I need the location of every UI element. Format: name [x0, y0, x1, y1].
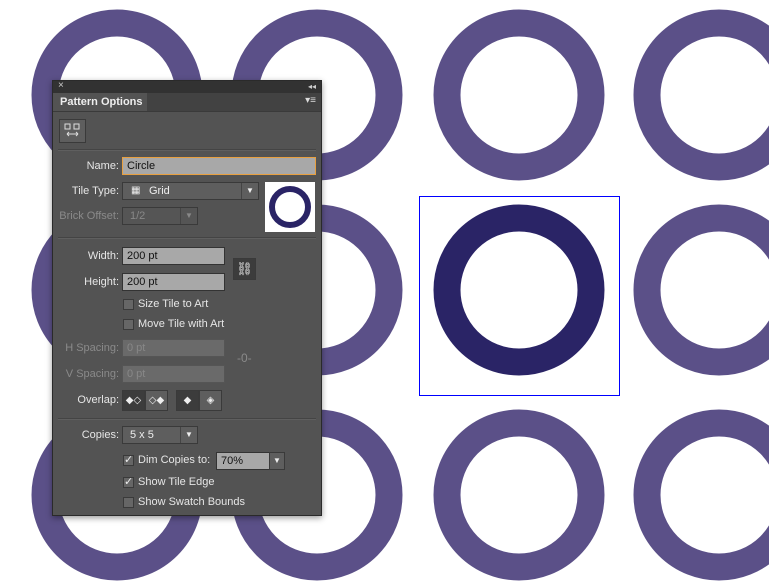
tab-pattern-options[interactable]: Pattern Options — [53, 93, 147, 111]
tile-type-label: Tile Type: — [71, 185, 119, 197]
spacing-link-icon[interactable]: -0- — [237, 351, 252, 365]
height-label: Height: — [84, 276, 119, 288]
size-tile-label: Size Tile to Art — [138, 298, 209, 310]
chain-link-icon: ⛓ — [236, 261, 253, 276]
pattern-tile-ring[interactable] — [433, 204, 605, 376]
overlap-right-icon: ◇◆ — [148, 395, 165, 406]
chevron-down-icon: ▼ — [180, 208, 197, 224]
pattern-copy-ring — [433, 9, 605, 181]
panel-title-bar: × ◂◂ — [53, 80, 321, 93]
chevron-down-icon: ▼ — [273, 456, 281, 465]
h-spacing-label: H Spacing: — [65, 342, 119, 354]
width-input[interactable]: 200 pt — [122, 247, 225, 265]
pattern-copy-ring — [633, 9, 769, 181]
show-tile-edge-label: Show Tile Edge — [138, 476, 215, 488]
tile-tool-icon — [64, 123, 80, 137]
tile-type-select[interactable]: ▦ Grid ▼ — [122, 182, 259, 200]
v-spacing-label: V Spacing: — [65, 368, 119, 380]
show-tile-edge-checkbox[interactable]: ✓ — [123, 477, 134, 488]
move-tile-label: Move Tile with Art — [138, 318, 225, 330]
swatch-preview — [265, 182, 315, 232]
panel-menu-icon[interactable]: ▾≡ — [305, 95, 316, 106]
width-label: Width: — [87, 250, 119, 262]
overlap-left-icon: ◆◇ — [125, 395, 142, 406]
name-input[interactable]: Circle — [122, 157, 316, 175]
link-dimensions-button[interactable]: ⛓ — [233, 258, 256, 280]
brick-offset-label: Brick Offset: — [59, 210, 119, 222]
pattern-copy-ring — [633, 409, 769, 581]
height-input[interactable]: 200 pt — [122, 273, 225, 291]
brick-offset-select[interactable]: 1/2 ▼ — [122, 207, 198, 225]
overlap-right-button[interactable]: ◇◆ — [145, 390, 168, 411]
grid-icon: ▦ — [131, 185, 141, 196]
copies-value: 5 x 5 — [130, 429, 154, 441]
copies-select[interactable]: 5 x 5 ▼ — [122, 426, 198, 444]
overlap-left-button[interactable]: ◆◇ — [122, 390, 145, 411]
name-label: Name: — [86, 160, 119, 172]
pattern-copy-ring — [633, 204, 769, 376]
dim-copies-checkbox[interactable]: ✓ — [123, 455, 134, 466]
size-tile-checkbox[interactable] — [123, 299, 134, 310]
chevron-down-icon: ▼ — [241, 183, 258, 199]
dim-copies-dropdown[interactable]: ▼ — [269, 452, 285, 470]
tile-editor-button[interactable] — [59, 119, 86, 143]
brick-offset-value: 1/2 — [130, 210, 146, 222]
dim-copies-input[interactable]: 70% — [216, 452, 270, 470]
overlap-bottom-icon: ◈ — [206, 395, 215, 406]
chevron-down-icon: ▼ — [180, 427, 197, 443]
show-swatch-bounds-label: Show Swatch Bounds — [138, 496, 246, 508]
show-swatch-bounds-checkbox[interactable] — [123, 497, 134, 508]
close-icon[interactable]: × — [58, 80, 64, 91]
tile-type-value: Grid — [149, 185, 170, 197]
dim-copies-label: Dim Copies to: — [138, 454, 211, 466]
h-spacing-input[interactable]: 0 pt — [122, 339, 225, 357]
overlap-top-icon: ◆ — [183, 395, 192, 406]
copies-label: Copies: — [81, 429, 119, 441]
overlap-top-button[interactable]: ◆ — [176, 390, 199, 411]
collapse-icon[interactable]: ◂◂ — [308, 82, 316, 91]
move-tile-checkbox[interactable] — [123, 319, 134, 330]
overlap-bottom-button[interactable]: ◈ — [199, 390, 222, 411]
overlap-label: Overlap: — [77, 394, 119, 406]
pattern-copy-ring — [433, 409, 605, 581]
pattern-options-panel: × ◂◂ Pattern Options ▾≡ Name: Circle Til… — [52, 80, 322, 516]
v-spacing-input[interactable]: 0 pt — [122, 365, 225, 383]
